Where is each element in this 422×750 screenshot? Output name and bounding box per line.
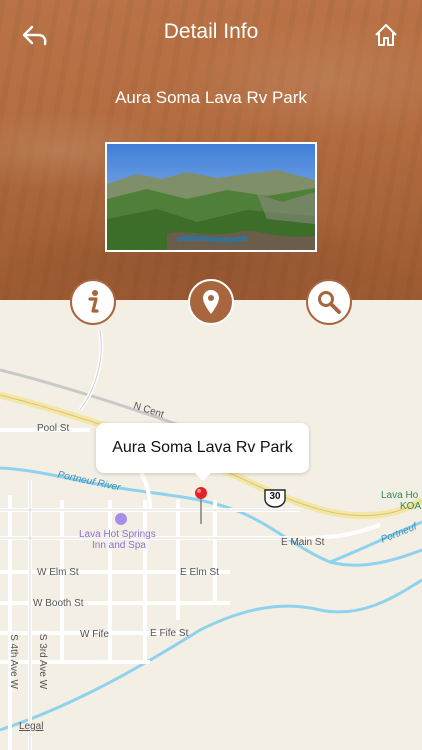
route-number: 30: [269, 491, 281, 502]
callout-title: Aura Soma Lava Rv Park: [112, 439, 293, 456]
location-pin[interactable]: [194, 486, 208, 526]
map-roads: [0, 329, 422, 750]
callout-tail: [194, 472, 212, 481]
map-label-lava-hot-springs: Lava Hot Springs: [79, 529, 156, 540]
map-label-koa: KOA: [400, 501, 422, 512]
map-label-lava-hot: Lava Ho: [381, 490, 419, 501]
place-photo[interactable]: [105, 142, 317, 252]
map-view[interactable]: Pool St N Cent Portneuf River Portneuf L…: [0, 300, 422, 750]
hotel-icon: [115, 513, 127, 525]
map-callout[interactable]: Aura Soma Lava Rv Park: [96, 423, 309, 473]
legal-link[interactable]: Legal: [19, 721, 43, 732]
map-label-s-3rd: S 3rd Ave W: [37, 633, 49, 690]
home-icon: [375, 24, 397, 46]
map-label-inn-and-spa: Inn and Spa: [92, 540, 146, 551]
red-pin-icon: [195, 487, 207, 524]
map-label-w-fife: W Fife: [80, 629, 109, 640]
place-name: Aura Soma Lava Rv Park: [115, 88, 307, 107]
map-label-w-elm: W Elm St: [37, 567, 79, 578]
home-button[interactable]: [370, 20, 402, 50]
page-title: Detail Info: [163, 20, 259, 43]
landscape-image: [107, 144, 315, 250]
map-label-pool-st: Pool St: [37, 423, 70, 434]
map-label-s-4th: S 4th Ave W: [7, 634, 19, 689]
route-30-shield: 30: [264, 488, 286, 508]
map-label-w-booth: W Booth St: [33, 598, 84, 609]
header-banner: Detail Info Aura Soma Lava Rv Park: [0, 0, 422, 300]
map-label-e-fife: E Fife St: [150, 628, 189, 639]
map-label-e-elm: E Elm St: [180, 567, 219, 578]
map-label-e-main: E Main St: [281, 537, 325, 548]
